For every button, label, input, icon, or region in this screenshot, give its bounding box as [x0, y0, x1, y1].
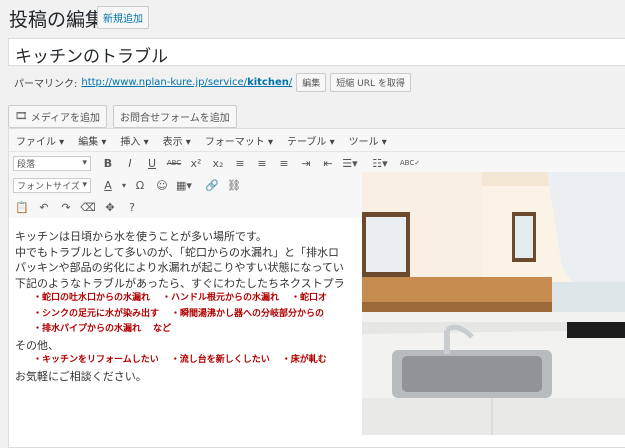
table-icon[interactable]: ▦▾ — [173, 179, 195, 192]
permalink-link[interactable]: http://www.nplan-kure.jp/service/kitchen… — [81, 77, 292, 88]
paste-icon[interactable]: 📋 — [11, 201, 33, 214]
post-title-input[interactable]: キッチンのトラブル — [8, 38, 625, 67]
subscript-icon[interactable]: x₂ — [207, 157, 229, 170]
superscript-icon[interactable]: x² — [185, 157, 207, 170]
media-icon: 🎞 — [15, 111, 28, 122]
menu-file[interactable]: ファイル ▾ — [9, 133, 71, 148]
content-line: 中でもトラブルとして多いのが、「蛇口からの水漏れ」と「排水ロ — [15, 245, 339, 259]
bold-icon[interactable]: B — [97, 157, 119, 170]
bullet-list-icon[interactable]: ☰▾ — [339, 157, 361, 170]
underline-icon[interactable]: U — [141, 157, 163, 170]
help-icon[interactable]: ? — [121, 201, 143, 214]
editor-content[interactable]: キッチンは日頃から水を使うことが多い場所です。 中でもトラブルとして多いのが、「… — [15, 229, 360, 384]
content-line: パッキンや部品の劣化により水漏れが起こりやすい状態になってい — [15, 261, 344, 274]
add-media-button[interactable]: 🎞 メディアを追加 — [8, 105, 108, 128]
red-item: ・瞬間湯沸かし器への分岐部分からの — [171, 308, 325, 319]
red-item: ・床が軋む — [281, 355, 327, 365]
content-line: お気軽にご相談ください。 — [15, 369, 147, 383]
format-select[interactable]: 段落 ▾ — [13, 155, 91, 171]
content-line: キッチンは日頃から水を使うことが多い場所です。 — [15, 230, 267, 243]
red-item: ・蛇口オ — [291, 293, 328, 303]
menu-tools[interactable]: ツール ▾ — [342, 133, 394, 148]
numbered-list-icon[interactable]: ☷▾ — [369, 157, 391, 170]
align-right-icon[interactable]: ≡ — [273, 157, 295, 170]
red-item: ・蛇口の吐水口からの水漏れ — [33, 293, 151, 303]
permalink-label: パーマリンク: — [14, 79, 78, 90]
media-buttons: 🎞 メディアを追加 お問合せフォームを追加 — [8, 105, 237, 128]
toolbar-row-1: 段落 ▾ B I U ABC x² x₂ ≡ ≡ ≡ ⇥ ⇤ ☰▾ ☷▾ ABC✓ — [9, 152, 625, 174]
link-icon[interactable]: 🔗 — [201, 179, 223, 192]
redo-icon[interactable]: ↷ — [55, 201, 77, 214]
menu-view[interactable]: 表示 ▾ — [156, 133, 198, 148]
menubar: ファイル ▾ 編集 ▾ 挿入 ▾ 表示 ▾ フォーマット ▾ テーブル ▾ ツー… — [9, 129, 625, 152]
add-form-button[interactable]: お問合せフォームを追加 — [113, 105, 237, 128]
italic-icon[interactable]: I — [119, 157, 141, 170]
red-item: ・流し台を新しくしたい — [170, 355, 270, 365]
red-item: ・シンクの足元に水が染み出す — [33, 308, 160, 319]
unlink-icon[interactable]: ⛓ — [223, 179, 245, 192]
permalink-row: パーマリンク: http://www.nplan-kure.jp/service… — [14, 73, 411, 92]
indent-icon[interactable]: ⇥ — [295, 157, 317, 170]
add-new-button[interactable]: 新規追加 — [97, 6, 149, 29]
strikethrough-icon[interactable]: ABC — [163, 159, 185, 167]
red-item: ・排水パイプからの水漏れ — [33, 324, 142, 334]
outdent-icon[interactable]: ⇤ — [317, 157, 339, 170]
omega-icon[interactable]: Ω — [129, 179, 151, 192]
kitchen-photo — [362, 172, 625, 435]
edit-permalink-button[interactable]: 編集 — [296, 73, 327, 92]
menu-edit[interactable]: 編集 ▾ — [71, 133, 113, 148]
spellcheck-icon[interactable]: ABC✓ — [399, 159, 421, 167]
chevron-down-icon[interactable]: ▾ — [119, 181, 129, 190]
page-title: 投稿の編集 — [9, 9, 105, 31]
red-item: ・ハンドル根元からの水漏れ — [162, 293, 280, 303]
red-item: など — [153, 324, 172, 334]
short-url-button[interactable]: 短縮 URL を取得 — [330, 73, 411, 92]
font-size-select[interactable]: フォントサイズ ▾ — [13, 177, 91, 193]
menu-format[interactable]: フォーマット ▾ — [198, 133, 280, 148]
menu-insert[interactable]: 挿入 ▾ — [113, 133, 155, 148]
text-color-icon[interactable]: A — [97, 179, 119, 192]
undo-icon[interactable]: ↶ — [33, 201, 55, 214]
align-left-icon[interactable]: ≡ — [229, 157, 251, 170]
emoticon-icon[interactable]: ☺ — [151, 179, 173, 192]
align-center-icon[interactable]: ≡ — [251, 157, 273, 170]
permalink-slug: kitchen — [247, 77, 289, 88]
content-line: その他、 — [15, 338, 59, 352]
fullscreen-icon[interactable]: ✥ — [99, 201, 121, 214]
content-line: 下記のようなトラブルがあったら、すぐにわたしたちネクストプラ — [15, 276, 345, 290]
menu-table[interactable]: テーブル ▾ — [280, 133, 342, 148]
clear-format-icon[interactable]: ⌫ — [77, 201, 99, 214]
red-item: ・キッチンをリフォームしたい — [33, 355, 159, 365]
